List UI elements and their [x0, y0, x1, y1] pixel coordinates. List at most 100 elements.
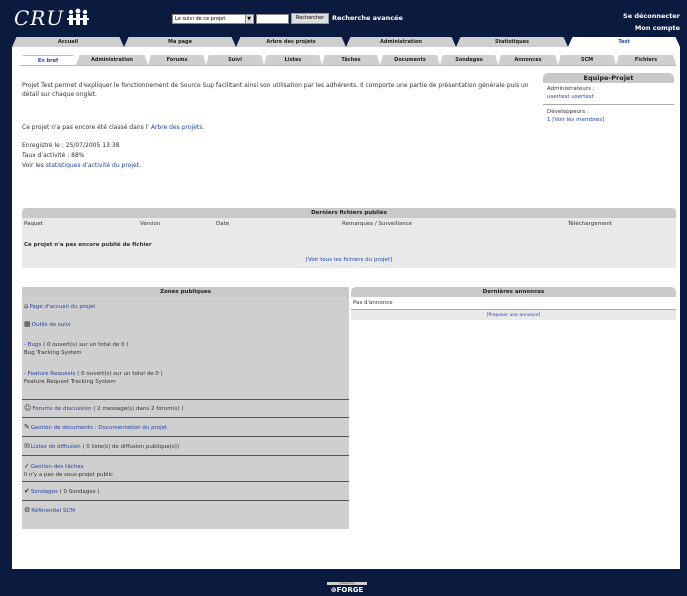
tab-arbre-projets[interactable]: Arbre des projets [236, 37, 346, 47]
zone-polls: ✔Sondages ( 0 Sondages ) [24, 487, 100, 495]
stats-link[interactable]: statistiques d'activité du projet [46, 162, 139, 169]
latest-news-box: Dernières annonces Pas d'annonce [Propos… [351, 287, 676, 331]
subtab-en-bref[interactable]: En bref [20, 55, 76, 65]
subtab-forums[interactable]: Forums [148, 55, 206, 65]
home-icon: ⌂ [24, 302, 29, 310]
tab-accueil[interactable]: Accueil [12, 37, 124, 47]
admins-label: Administrateurs : [547, 86, 595, 92]
zone-features: - Feature Requests ( 0 ouvert(s) sur un … [22, 370, 349, 386]
col-paquet: Paquet [24, 221, 43, 227]
advanced-search-link[interactable]: Recherche avancée [332, 14, 403, 22]
account-link[interactable]: Mon compte [635, 24, 680, 32]
zone-home: ⌂Page d'accueil du projet [22, 302, 349, 311]
people-logo-icon [67, 8, 89, 25]
admin-user-link[interactable]: usertest usertest [547, 93, 670, 101]
zone-bugs: - Bugs ( 0 ouvert(s) sur un total de 0 )… [22, 341, 349, 357]
public-zones-box: Zones publiques ⌂Page d'accueil du proje… [22, 287, 349, 529]
col-remarques: Remarques / Surveillance [342, 221, 413, 227]
project-tabs: En bref Administration Forums Suivi List… [20, 55, 676, 65]
public-zones-title: Zones publiques [22, 287, 349, 297]
team-title: Equipe-Projet [543, 73, 674, 83]
subtab-sondages[interactable]: Sondages [440, 55, 498, 65]
subtab-suivi[interactable]: Suivi [206, 55, 264, 65]
zone-divider [22, 500, 349, 501]
team-box: Equipe-Projet Administrateurs : usertest… [543, 73, 674, 143]
search-input[interactable] [256, 14, 289, 24]
docs-link[interactable]: Gestion de documents : Documentation du … [31, 425, 167, 431]
devs-count: 1 [547, 117, 551, 123]
activity-rate: Taux d'activité : 88% [22, 152, 85, 159]
tasks-link[interactable]: Gestion des tâches [31, 464, 84, 470]
mail-icon: ✉ [24, 442, 30, 450]
latest-news-title: Dernières annonces [351, 287, 676, 297]
tab-ma-page[interactable]: Ma page [124, 37, 236, 47]
features-desc: Feature Request Tracking System [24, 379, 116, 385]
forum-icon: ☺ [24, 404, 32, 412]
zone-docs: ✎Gestion de documents : Documentation du… [22, 423, 349, 432]
zone-divider [22, 455, 349, 456]
files-columns: Paquet Version Date Remarques / Surveill… [22, 218, 676, 230]
devs-label: Développeurs : [547, 109, 589, 115]
powered-by-label: powered by [327, 582, 367, 585]
zone-divider [22, 399, 349, 400]
subtab-fichiers[interactable]: Fichiers [616, 55, 676, 65]
cru-logo[interactable]: CRU [14, 6, 64, 30]
latest-files-box: Derniers fichiers publiés Paquet Version… [22, 208, 676, 268]
search-button[interactable]: Rechercher [291, 13, 329, 24]
zone-divider [22, 481, 349, 482]
see-members-link[interactable]: [Voir les membres] [552, 117, 604, 123]
see-all-files-link[interactable]: [Voir tous les fichiers du projet] [22, 257, 676, 263]
zone-lists: ✉Listes de diffusion ( 0 liste(s) de dif… [24, 442, 180, 450]
logout-link[interactable]: Se déconnecter [623, 12, 680, 20]
zone-scm: ⚙Référentiel SCM [22, 506, 349, 515]
lists-link[interactable]: Listes de diffusion [31, 444, 81, 450]
zone-tracker: ▦Outils de suivi [22, 320, 349, 329]
tab-statistiques[interactable]: Statistiques [456, 37, 568, 47]
tasks-icon: ✓ [24, 462, 30, 470]
latest-files-title: Derniers fichiers publiés [22, 208, 676, 218]
scm-icon: ⚙ [24, 506, 31, 514]
subtab-scm[interactable]: SCM [558, 55, 616, 65]
search-scope-select[interactable]: Le suivi de ce projet ▼ [172, 14, 254, 24]
top-header: CRU Le suivi de ce projet ▼ Rechercher R… [0, 0, 687, 36]
chevron-down-icon: ▼ [245, 15, 252, 23]
project-home-link[interactable]: Page d'accueil du projet [29, 304, 95, 310]
poll-icon: ✔ [24, 487, 30, 495]
tab-test[interactable]: Test [568, 37, 680, 47]
team-divider [543, 104, 674, 105]
project-info: Enregistré le : 25/07/2005 13:38 Taux d'… [22, 141, 141, 171]
zone-tasks: ✓Gestion des tâches Il n'y a pas de sous… [22, 462, 349, 479]
search-scope-value: Le suivi de ce projet [175, 16, 226, 22]
no-news-message: Pas d'annonce [353, 300, 393, 306]
project-description: Projet Test permet d'expliquer le foncti… [22, 82, 529, 98]
scm-link[interactable]: Référentiel SCM [31, 508, 75, 514]
tabs-divider [20, 65, 676, 66]
no-files-message: Ce projet n'a pas encore publié de fichi… [24, 242, 152, 248]
project-tree-link[interactable]: Arbre des projets [151, 124, 203, 131]
features-link[interactable]: - Feature Requests [24, 371, 75, 377]
tasks-desc: Il n'y a pas de sous-projet public [24, 472, 114, 478]
zone-forums: ☺Forums de discussion ( 2 message(s) dan… [24, 404, 184, 412]
docs-icon: ✎ [24, 423, 30, 431]
propose-news-link[interactable]: [Proposer une annonce] [351, 309, 676, 320]
subtab-annonces[interactable]: Annonces [498, 55, 558, 65]
subtab-listes[interactable]: Listes [264, 55, 322, 65]
subtab-administration[interactable]: Administration [76, 55, 148, 65]
zone-divider [22, 417, 349, 418]
subtab-documents[interactable]: Documents [380, 55, 440, 65]
col-telechargement: Téléchargement [568, 221, 613, 227]
registered-date: Enregistré le : 25/07/2005 13:38 [22, 142, 120, 149]
forge-logo[interactable]: ⊚FORGE [327, 586, 367, 594]
stats-line: Voir les statistiques d'activité du proj… [22, 162, 141, 169]
main-tabs: Accueil Ma page Arbre des projets Admini… [12, 37, 680, 47]
content-panel: En bref Administration Forums Suivi List… [12, 47, 680, 569]
bugs-link[interactable]: - Bugs [24, 342, 41, 348]
polls-link[interactable]: Sondages [31, 489, 58, 495]
forums-link[interactable]: Forums de discussion [32, 406, 91, 412]
tracker-link[interactable]: Outils de suivi [32, 322, 71, 328]
zone-divider [22, 436, 349, 437]
tab-administration[interactable]: Administration [346, 37, 456, 47]
col-date: Date [216, 221, 230, 227]
classification-note: Ce projet n'a pas encore été classé dans… [22, 124, 205, 131]
subtab-taches[interactable]: Tâches [322, 55, 380, 65]
